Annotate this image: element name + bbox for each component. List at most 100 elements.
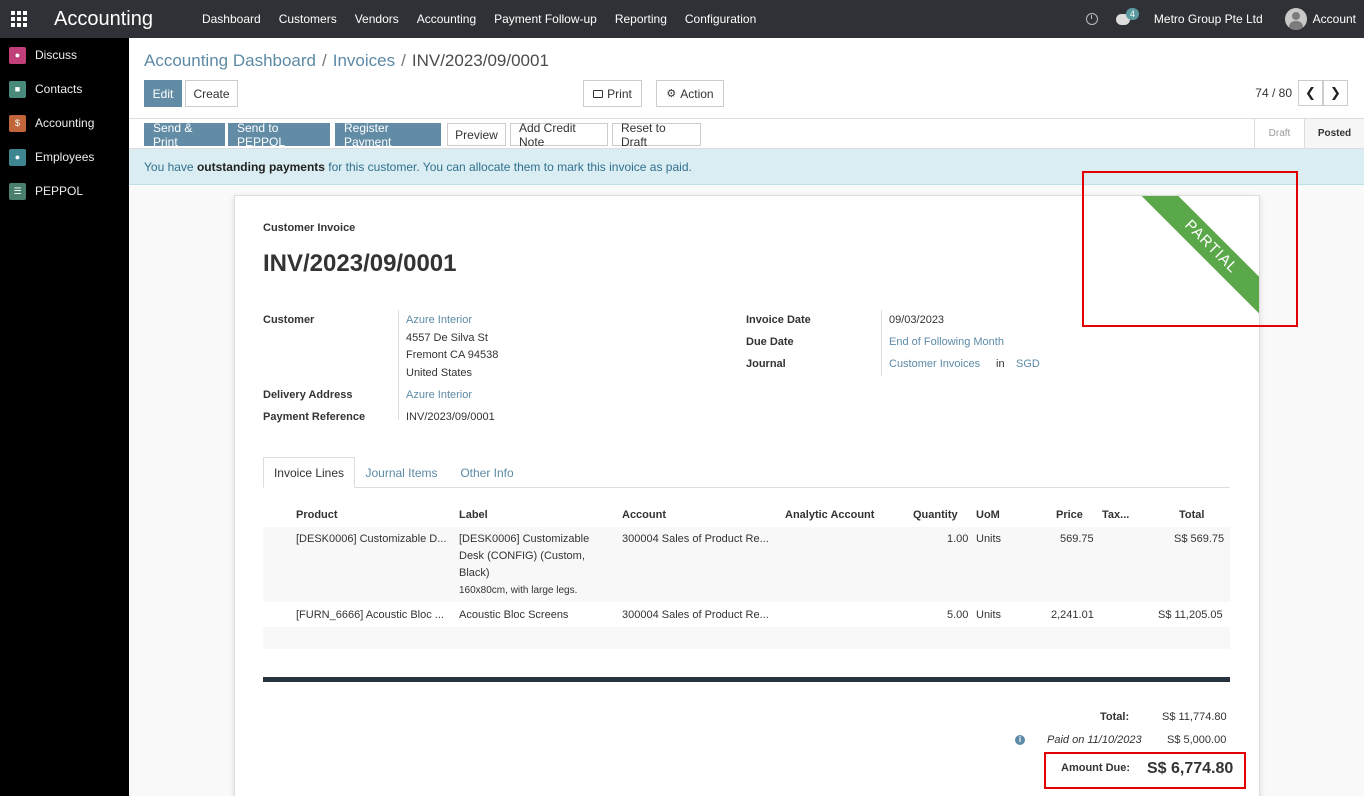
column-header-product[interactable]: Product xyxy=(296,509,338,521)
customer-label: Customer xyxy=(263,314,315,326)
tab-invoice-lines[interactable]: Invoice Lines xyxy=(263,457,355,488)
line-uom[interactable]: Units xyxy=(976,531,1001,548)
customer-link[interactable]: Azure Interior xyxy=(406,314,472,326)
menu-customers[interactable]: Customers xyxy=(270,12,346,26)
account-menu[interactable]: Account xyxy=(1313,12,1356,26)
field-divider xyxy=(398,310,399,420)
pager-previous-button[interactable]: ❮ xyxy=(1298,80,1323,106)
print-button[interactable]: Print xyxy=(583,80,642,107)
line-price[interactable]: 569.75 xyxy=(1060,531,1094,548)
breadcrumb: Accounting Dashboard / Invoices / INV/2023/0… xyxy=(144,51,549,71)
paid-amount: S$ 5,000.00 xyxy=(1167,734,1227,746)
line-account[interactable]: 300004 Sales of Product Re... xyxy=(622,607,769,624)
column-header-analytic-account[interactable]: Analytic Account xyxy=(785,509,874,521)
highlight-box-amount-due xyxy=(1044,752,1246,789)
line-quantity[interactable]: 1.00 xyxy=(947,531,968,548)
sidebar-item-accounting[interactable]: $ Accounting xyxy=(0,106,129,140)
send-print-button[interactable]: Send & Print xyxy=(144,121,225,149)
pager-next-button[interactable]: ❯ xyxy=(1323,80,1348,106)
due-date-value[interactable]: End of Following Month xyxy=(889,336,1004,348)
line-quantity[interactable]: 5.00 xyxy=(947,607,968,624)
payment-reference-value: INV/2023/09/0001 xyxy=(406,411,495,423)
activity-clock-icon[interactable] xyxy=(1085,13,1098,25)
alert-prefix: You have xyxy=(144,160,197,174)
column-header-account[interactable]: Account xyxy=(622,509,666,521)
breadcrumb-dashboard[interactable]: Accounting Dashboard xyxy=(144,51,316,70)
menu-dashboard[interactable]: Dashboard xyxy=(193,12,270,26)
sidebar-item-employees[interactable]: ● Employees xyxy=(0,140,129,174)
column-header-total[interactable]: Total xyxy=(1179,509,1204,521)
company-switcher[interactable]: Metro Group Pte Ltd xyxy=(1154,12,1263,26)
info-icon[interactable]: i xyxy=(1015,735,1025,745)
journal-label: Journal xyxy=(746,358,786,370)
line-account[interactable]: 300004 Sales of Product Re... xyxy=(622,531,769,548)
sidebar-item-discuss[interactable]: ● Discuss xyxy=(0,38,129,72)
line-label-note[interactable]: 160x80cm, with large legs. xyxy=(459,582,577,599)
pager-value[interactable]: 74 / 80 xyxy=(1255,86,1292,100)
alert-bold-text: outstanding payments xyxy=(196,160,325,174)
line-label-2[interactable]: Desk (CONFIG) (Custom, xyxy=(459,548,585,565)
tab-other-info[interactable]: Other Info xyxy=(449,457,525,488)
delivery-address-link[interactable]: Azure Interior xyxy=(406,389,472,401)
journal-in-text: in xyxy=(996,358,1005,370)
column-header-price[interactable]: Price xyxy=(1056,509,1083,521)
app-title[interactable]: Accounting xyxy=(54,8,153,31)
stage-posted: Posted xyxy=(1304,119,1364,148)
line-label-3[interactable]: Black) xyxy=(459,565,490,582)
notebook-tabs: Invoice Lines Journal Items Other Info xyxy=(263,457,1230,488)
column-header-uom[interactable]: UoM xyxy=(976,509,1000,521)
menu-payment-follow-up[interactable]: Payment Follow-up xyxy=(485,12,606,26)
accounting-icon: $ xyxy=(9,114,26,132)
column-header-quantity[interactable]: Quantity xyxy=(913,509,958,521)
register-payment-button[interactable]: Register Payment xyxy=(335,121,441,149)
total-value: S$ 11,774.80 xyxy=(1162,711,1227,723)
line-uom[interactable]: Units xyxy=(976,607,1001,624)
paid-on-label: Paid on 11/10/2023 xyxy=(1047,734,1142,746)
line-product[interactable]: [DESK0006] Customizable D... xyxy=(296,531,446,548)
sidebar-item-contacts[interactable]: ■ Contacts xyxy=(0,72,129,106)
chat-icon[interactable]: 4 xyxy=(1115,7,1139,25)
line-total[interactable]: S$ 11,205.05 xyxy=(1158,607,1223,624)
menu-accounting[interactable]: Accounting xyxy=(408,12,485,26)
contacts-icon: ■ xyxy=(9,80,26,98)
delivery-address-label: Delivery Address xyxy=(263,389,353,401)
menu-vendors[interactable]: Vendors xyxy=(346,12,408,26)
line-product[interactable]: [FURN_6666] Acoustic Bloc ... xyxy=(296,607,444,624)
highlight-box-ribbon xyxy=(1082,171,1298,327)
sidebar-item-label: PEPPOL xyxy=(35,184,84,198)
journal-currency-link[interactable]: SGD xyxy=(1016,358,1040,370)
apps-menu-icon[interactable] xyxy=(0,0,38,38)
invoice-number: INV/2023/09/0001 xyxy=(263,250,457,277)
tab-journal-items[interactable]: Journal Items xyxy=(356,457,447,488)
line-label-1[interactable]: Acoustic Bloc Screens xyxy=(459,607,568,624)
employees-icon: ● xyxy=(9,148,26,166)
status-stages: Draft Posted xyxy=(1254,119,1364,148)
add-credit-note-button[interactable]: Add Credit Note xyxy=(510,121,608,149)
breadcrumb-invoices[interactable]: Invoices xyxy=(333,51,395,70)
column-header-label[interactable]: Label xyxy=(459,509,488,521)
user-avatar[interactable] xyxy=(1284,8,1307,30)
menu-configuration[interactable]: Configuration xyxy=(676,12,765,26)
column-header-taxes[interactable]: Tax... xyxy=(1102,509,1129,521)
create-button[interactable]: Create xyxy=(185,80,238,107)
send-peppol-button[interactable]: Send to PEPPOL xyxy=(228,121,330,149)
sidebar-item-peppol[interactable]: ☰ PEPPOL xyxy=(0,174,129,208)
chevron-left-icon: ❮ xyxy=(1305,85,1316,100)
menu-reporting[interactable]: Reporting xyxy=(606,12,676,26)
edit-button[interactable]: Edit xyxy=(144,80,182,107)
customer-address-line1: 4557 De Silva St xyxy=(406,332,488,344)
sidebar-item-label: Employees xyxy=(35,150,95,164)
status-bar: Send & Print Send to PEPPOL Register Pay… xyxy=(129,118,1364,149)
payment-reference-label: Payment Reference xyxy=(263,411,366,423)
preview-button[interactable]: Preview xyxy=(447,123,506,146)
journal-link[interactable]: Customer Invoices xyxy=(889,358,980,370)
print-label: Print xyxy=(607,86,632,101)
action-button[interactable]: ⚙ Action xyxy=(656,80,724,107)
line-label-1[interactable]: [DESK0006] Customizable xyxy=(459,531,589,548)
line-total[interactable]: S$ 569.75 xyxy=(1174,531,1224,548)
field-divider xyxy=(881,310,882,376)
reset-to-draft-button[interactable]: Reset to Draft xyxy=(612,121,701,149)
customer-address-line3: United States xyxy=(406,367,473,379)
line-price[interactable]: 2,241.01 xyxy=(1051,607,1094,624)
stage-draft[interactable]: Draft xyxy=(1254,119,1304,148)
